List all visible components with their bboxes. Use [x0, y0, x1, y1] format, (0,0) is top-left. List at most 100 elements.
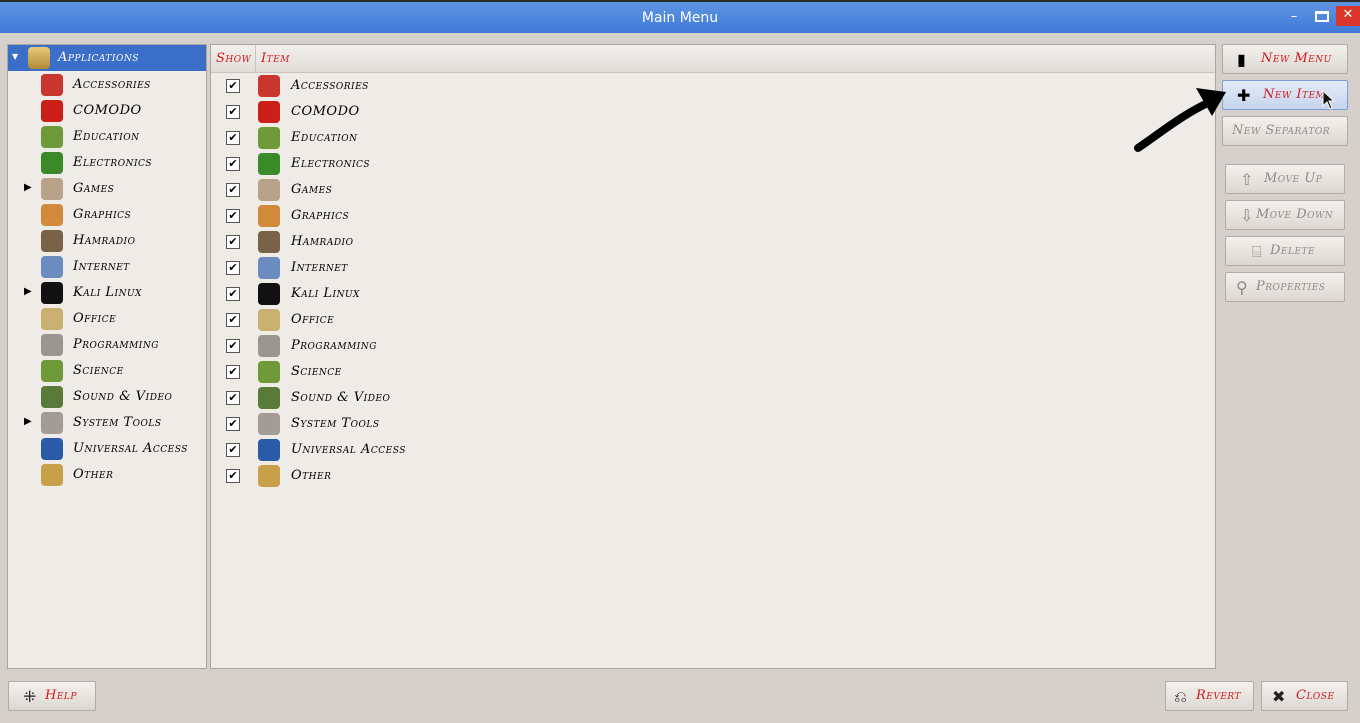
table-row[interactable]: ✔ Science: [211, 359, 1215, 385]
tree-item-label: Universal Access: [73, 441, 188, 456]
item-label: Internet: [291, 260, 348, 275]
table-row[interactable]: ✔ Education: [211, 125, 1215, 151]
games-icon: [258, 179, 280, 201]
tree-item[interactable]: Graphics: [8, 202, 206, 228]
tree-item[interactable]: Electronics: [8, 150, 206, 176]
tree-item-label: Office: [73, 311, 117, 326]
tree-item[interactable]: Accessories: [8, 72, 206, 98]
show-checkbox[interactable]: ✔: [226, 391, 240, 405]
tree-item[interactable]: Internet: [8, 254, 206, 280]
close-button[interactable]: ✖ Close: [1261, 681, 1348, 711]
universal-access-icon: [258, 439, 280, 461]
table-row[interactable]: ✔ Other: [211, 463, 1215, 489]
item-label: Kali Linux: [291, 286, 360, 301]
minimize-button[interactable]: –: [1284, 8, 1304, 26]
show-checkbox[interactable]: ✔: [226, 443, 240, 457]
move-down-button[interactable]: ⇩ Move Down: [1225, 200, 1345, 230]
tree-item[interactable]: Hamradio: [8, 228, 206, 254]
graphics-icon: [258, 205, 280, 227]
table-row[interactable]: ✔ Universal Access: [211, 437, 1215, 463]
table-row[interactable]: ✔ COMODO: [211, 99, 1215, 125]
tree-item-label: Accessories: [73, 77, 151, 92]
show-checkbox[interactable]: ✔: [226, 131, 240, 145]
show-checkbox[interactable]: ✔: [226, 365, 240, 379]
show-checkbox[interactable]: ✔: [226, 469, 240, 483]
move-up-button[interactable]: ⇧ Move Up: [1225, 164, 1345, 194]
table-row[interactable]: ✔ Kali Linux: [211, 281, 1215, 307]
tree-item[interactable]: Other: [8, 462, 206, 488]
new-separator-button[interactable]: New Separator: [1222, 116, 1348, 146]
column-header-show[interactable]: Show: [211, 45, 256, 73]
window-title: Main Menu: [641, 10, 719, 26]
table-row[interactable]: ✔ Hamradio: [211, 229, 1215, 255]
menu-tree[interactable]: ▼ Applications Accessories COMODO Educatio…: [7, 44, 207, 669]
item-label: Universal Access: [291, 442, 406, 457]
item-label: Science: [291, 364, 342, 379]
education-icon: [41, 126, 63, 148]
table-row[interactable]: ✔ Office: [211, 307, 1215, 333]
show-checkbox[interactable]: ✔: [226, 235, 240, 249]
item-label: Games: [291, 182, 333, 197]
delete-button[interactable]: ⌸ Delete: [1225, 236, 1345, 266]
show-checkbox[interactable]: ✔: [226, 183, 240, 197]
table-row[interactable]: ✔ Sound & Video: [211, 385, 1215, 411]
show-checkbox[interactable]: ✔: [226, 105, 240, 119]
plus-icon: ✚: [1237, 86, 1251, 105]
tree-item[interactable]: Programming: [8, 332, 206, 358]
tree-item[interactable]: ▶ System Tools: [8, 410, 206, 436]
properties-button[interactable]: ⚲ Properties: [1225, 272, 1345, 302]
electronics-icon: [258, 153, 280, 175]
table-row[interactable]: ✔ Programming: [211, 333, 1215, 359]
office-icon: [258, 309, 280, 331]
table-row[interactable]: ✔ Games: [211, 177, 1215, 203]
office-icon: [41, 308, 63, 330]
maximize-button[interactable]: [1312, 8, 1332, 26]
items-table[interactable]: Show Item ✔ Accessories ✔ COMODO ✔ Education ✔…: [210, 44, 1216, 669]
tree-item[interactable]: Universal Access: [8, 436, 206, 462]
tree-item[interactable]: ▶ Games: [8, 176, 206, 202]
tree-item[interactable]: Office: [8, 306, 206, 332]
hamradio-icon: [258, 231, 280, 253]
collapse-arrow-icon[interactable]: ▼: [12, 52, 18, 61]
column-header-item[interactable]: Item: [256, 45, 1215, 73]
show-checkbox[interactable]: ✔: [226, 339, 240, 353]
table-row[interactable]: ✔ Internet: [211, 255, 1215, 281]
help-button[interactable]: ⁜ Help: [8, 681, 96, 711]
games-icon: [41, 178, 63, 200]
tree-item-applications[interactable]: ▼ Applications: [8, 45, 206, 71]
show-checkbox[interactable]: ✔: [226, 157, 240, 171]
item-label: COMODO: [291, 104, 360, 119]
tree-item[interactable]: ▶ Kali Linux: [8, 280, 206, 306]
tree-item[interactable]: Sound & Video: [8, 384, 206, 410]
new-menu-button[interactable]: ▮ New Menu: [1222, 44, 1348, 74]
revert-button[interactable]: ⎌ Revert: [1165, 681, 1254, 711]
expand-arrow-icon[interactable]: ▶: [24, 286, 32, 297]
close-window-button[interactable]: ✕: [1336, 6, 1360, 26]
expand-arrow-icon[interactable]: ▶: [24, 416, 32, 427]
show-checkbox[interactable]: ✔: [226, 417, 240, 431]
show-checkbox[interactable]: ✔: [226, 287, 240, 301]
show-checkbox[interactable]: ✔: [226, 209, 240, 223]
arrow-up-icon: ⇧: [1240, 170, 1254, 189]
tree-item[interactable]: Education: [8, 124, 206, 150]
show-checkbox[interactable]: ✔: [226, 261, 240, 275]
universal-access-icon: [41, 438, 63, 460]
internet-icon: [258, 257, 280, 279]
electronics-icon: [41, 152, 63, 174]
table-row[interactable]: ✔ Accessories: [211, 73, 1215, 99]
tree-item[interactable]: COMODO: [8, 98, 206, 124]
help-icon: ⁜: [23, 687, 37, 706]
accessories-icon: [258, 75, 280, 97]
show-checkbox[interactable]: ✔: [226, 79, 240, 93]
tree-item-label: Education: [73, 129, 140, 144]
show-checkbox[interactable]: ✔: [226, 313, 240, 327]
table-row[interactable]: ✔ System Tools: [211, 411, 1215, 437]
tree-item[interactable]: Science: [8, 358, 206, 384]
tree-item-label: Other: [73, 467, 114, 482]
table-row[interactable]: ✔ Electronics: [211, 151, 1215, 177]
column-header-label: Item: [261, 51, 290, 66]
item-label: Electronics: [291, 156, 371, 171]
wrench-icon: ⚲: [1236, 278, 1249, 297]
expand-arrow-icon[interactable]: ▶: [24, 182, 32, 193]
table-row[interactable]: ✔ Graphics: [211, 203, 1215, 229]
